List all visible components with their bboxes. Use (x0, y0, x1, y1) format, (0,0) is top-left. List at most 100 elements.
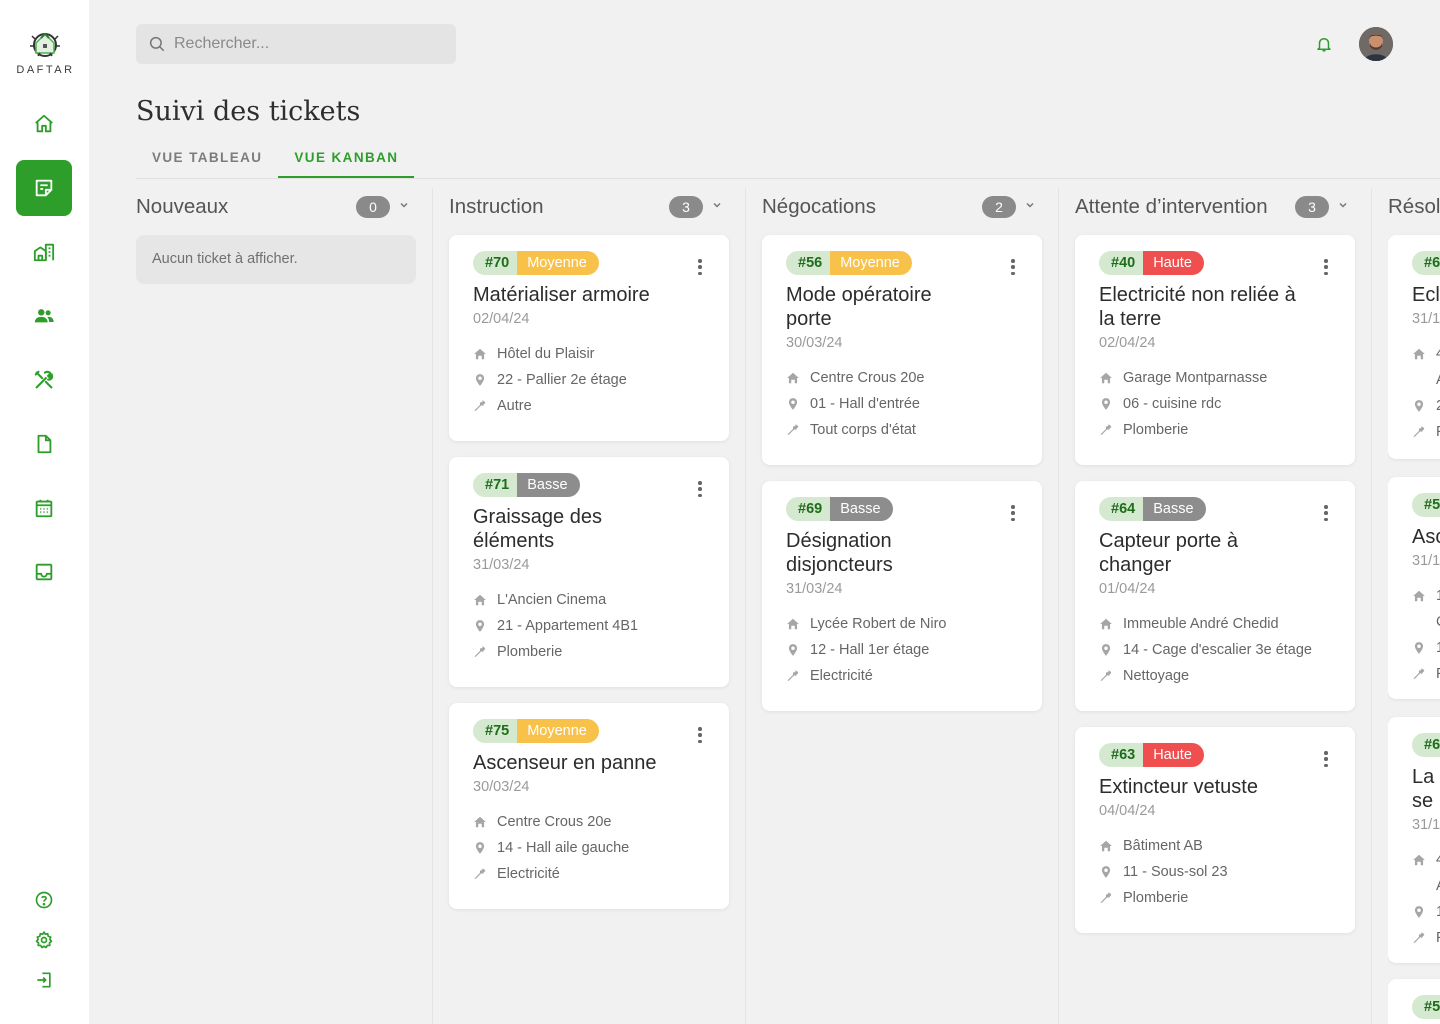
ticket-site-label: Hôtel du Plaisir (497, 346, 595, 362)
ticket-trade: F (1412, 925, 1440, 951)
search-bar[interactable] (136, 24, 456, 64)
ticket-location-label: 01 - Hall d'entrée (810, 396, 920, 412)
ticket-location-label: 1 (1436, 640, 1440, 656)
logo-icon (29, 32, 60, 57)
ticket-location-label: 1 (1436, 904, 1440, 920)
priority-badge: Basse (517, 473, 580, 497)
column-title: Négocations (762, 195, 876, 218)
ticket-card[interactable]: #5 Asc 31/1 1 C 1 F (1388, 477, 1440, 699)
ticket-site-label: 1 (1436, 588, 1440, 604)
column-header: Résol (1388, 190, 1440, 224)
chevron-down-icon[interactable] (1337, 199, 1349, 211)
tab-kanban-view[interactable]: VUE KANBAN (278, 140, 415, 178)
location-pin-icon (475, 620, 485, 632)
ticket-card[interactable]: #64 Basse Capteur porte à changer 01/04/… (1075, 481, 1355, 711)
buildings-icon (33, 243, 55, 262)
more-options-icon[interactable] (1010, 259, 1016, 275)
ticket-card[interactable]: #71 Basse Graissage des éléments 31/03/2… (449, 457, 729, 687)
ticket-trade-label: Nettoyage (1123, 668, 1190, 684)
nav-buildings[interactable] (16, 224, 72, 280)
ticket-card[interactable]: #40 Haute Electricité non reliée à la te… (1075, 235, 1355, 465)
ticket-trade: Nettoyage (1099, 663, 1331, 689)
priority-badge: Haute (1143, 251, 1204, 275)
nav-tickets[interactable] (16, 160, 72, 216)
logo[interactable]: DAFTAR (0, 26, 89, 76)
ticket-card[interactable]: #5 (1388, 979, 1440, 1024)
ticket-card[interactable]: #56 Moyenne Mode opératoire porte 30/03/… (762, 235, 1042, 465)
ticket-location: 2 (1412, 393, 1440, 419)
nav-calendar[interactable] (16, 480, 72, 536)
column-title: Nouveaux (136, 195, 229, 218)
home-icon (1413, 348, 1425, 360)
nav-interventions[interactable] (16, 352, 72, 408)
ticket-meta: Centre Crous 20e 01 - Hall d'entrée Tout… (786, 365, 1018, 443)
location-pin-icon (1414, 906, 1424, 918)
ticket-site: L'Ancien Cinema (473, 587, 705, 613)
more-options-icon[interactable] (697, 727, 703, 743)
ticket-trade: Electricité (786, 663, 1018, 689)
wrench-icon (1413, 426, 1425, 437)
location-pin-icon (475, 374, 485, 386)
column-title: Attente d’intervention (1075, 195, 1268, 218)
kanban-column-negociations: Négocations 2 #56 Moyenne Mode opératoir… (762, 190, 1042, 1024)
ticket-badges: #6 (1412, 251, 1440, 275)
ticket-site-line2: C (1412, 609, 1440, 635)
ticket-date: 01/04/24 (1099, 581, 1156, 597)
logout-button[interactable] (32, 968, 56, 992)
ticket-date: 31/03/24 (473, 557, 530, 573)
ticket-site: 1 (1412, 583, 1440, 609)
notifications-button[interactable] (1313, 33, 1335, 55)
chevron-down-icon[interactable] (711, 199, 723, 211)
ticket-title: Désignation disjoncteurs (786, 530, 893, 576)
avatar[interactable] (1359, 27, 1393, 61)
search-icon (149, 36, 165, 52)
ticket-site: Garage Montparnasse (1099, 365, 1331, 391)
ticket-card[interactable]: #69 Basse Désignation disjoncteurs 31/03… (762, 481, 1042, 711)
more-options-icon[interactable] (697, 259, 703, 275)
home-icon (1413, 590, 1425, 602)
ticket-title: Extincteur vetuste (1099, 776, 1258, 798)
tab-table-view[interactable]: VUE TABLEAU (136, 140, 278, 178)
column-header: Négocations 2 (762, 190, 1042, 224)
priority-badge: Moyenne (517, 719, 599, 743)
column-divider (745, 188, 746, 1024)
chevron-down-icon[interactable] (1024, 199, 1036, 211)
ticket-location-label: 14 - Hall aile gauche (497, 840, 630, 856)
ticket-card[interactable]: #75 Moyenne Ascenseur en panne 30/03/24 … (449, 703, 729, 909)
ticket-location-label: 2 (1436, 398, 1440, 414)
ticket-badges: #40 Haute (1099, 251, 1331, 275)
wrench-icon (474, 400, 486, 411)
more-options-icon[interactable] (1010, 505, 1016, 521)
more-options-icon[interactable] (1323, 751, 1329, 767)
nav-documents[interactable] (16, 416, 72, 472)
chevron-down-icon[interactable] (398, 199, 410, 211)
ticket-site-label: Centre Crous 20e (810, 370, 925, 386)
nav-inbox[interactable] (16, 544, 72, 600)
more-options-icon[interactable] (1323, 259, 1329, 275)
kanban-column-instruction: Instruction 3 #70 Moyenne Matérialiser a… (449, 190, 729, 1024)
column-count-badge: 3 (1295, 196, 1329, 218)
ticket-date: 04/04/24 (1099, 803, 1156, 819)
ticket-card[interactable]: #6 Ecl 31/1 4 A 2 F (1388, 235, 1440, 459)
ticket-card[interactable]: #70 Moyenne Matérialiser armoire 02/04/2… (449, 235, 729, 441)
home-icon (474, 816, 486, 828)
settings-button[interactable] (32, 928, 56, 952)
ticket-location: 1 (1412, 899, 1440, 925)
column-divider (1058, 188, 1059, 1024)
inbox-icon (35, 563, 53, 581)
ticket-location-label: 06 - cuisine rdc (1123, 396, 1222, 412)
nav-home[interactable] (16, 96, 72, 152)
ticket-site-label: Centre Crous 20e (497, 814, 612, 830)
search-input[interactable] (174, 35, 434, 53)
ticket-location-label: 21 - Appartement 4B1 (497, 618, 639, 634)
ticket-date: 02/04/24 (473, 311, 530, 327)
nav-users[interactable] (16, 288, 72, 344)
ticket-card[interactable]: #6 La se 31/1 4 A 1 F (1388, 717, 1440, 963)
more-options-icon[interactable] (697, 481, 703, 497)
ticket-card[interactable]: #63 Haute Extincteur vetuste 04/04/24 Bâ… (1075, 727, 1355, 933)
help-button[interactable] (32, 888, 56, 912)
ticket-date: 30/03/24 (473, 779, 530, 795)
column-title: Instruction (449, 195, 544, 218)
ticket-site: 4 (1412, 341, 1440, 367)
more-options-icon[interactable] (1323, 505, 1329, 521)
